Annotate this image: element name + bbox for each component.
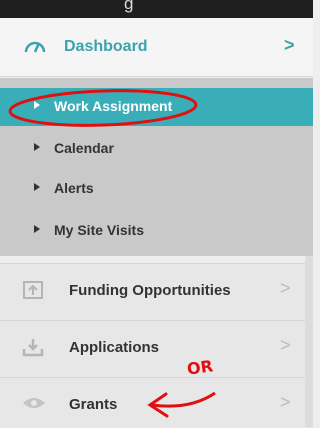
triangle-right-icon <box>34 143 40 151</box>
or-annotation: OR <box>185 356 215 379</box>
top-bar: g <box>0 0 313 18</box>
download-tray-icon <box>22 337 44 362</box>
upload-tray-icon <box>22 280 44 305</box>
speedometer-icon <box>24 38 46 59</box>
submenu-item-label: Work Assignment <box>54 98 173 114</box>
submenu-item-label: Calendar <box>54 140 114 156</box>
nav-dashboard[interactable]: Dashboard > <box>0 18 313 77</box>
eye-icon <box>22 396 46 415</box>
triangle-right-icon <box>34 183 40 191</box>
chevron-right-icon: > <box>284 35 295 55</box>
nav-grants[interactable]: Grants > <box>0 377 313 428</box>
submenu-item-alerts[interactable]: Alerts <box>0 170 313 208</box>
chevron-right-icon: > <box>280 335 291 355</box>
chevron-right-icon: > <box>280 278 291 298</box>
submenu-item-calendar[interactable]: Calendar <box>0 130 313 168</box>
chevron-right-icon: > <box>280 392 291 412</box>
triangle-right-icon <box>34 101 40 109</box>
menu-item-label: Grants <box>69 396 118 413</box>
submenu-item-work-assignment[interactable]: Work Assignment <box>0 88 313 126</box>
submenu-item-label: Alerts <box>54 180 94 196</box>
triangle-right-icon <box>34 225 40 233</box>
nav-funding-opportunities[interactable]: Funding Opportunities > <box>0 263 313 320</box>
dashboard-submenu: Work Assignment Calendar Alerts My Site … <box>0 78 313 256</box>
scrollbar-track[interactable] <box>305 256 313 427</box>
window-title-fragment: g <box>124 0 134 13</box>
submenu-item-label: My Site Visits <box>54 222 145 238</box>
nav-applications[interactable]: Applications > <box>0 320 313 377</box>
menu-item-label: Applications <box>69 339 160 356</box>
dashboard-label: Dashboard <box>64 38 148 55</box>
submenu-item-my-site-visits[interactable]: My Site Visits <box>0 212 313 250</box>
menu-item-label: Funding Opportunities <box>69 282 231 299</box>
